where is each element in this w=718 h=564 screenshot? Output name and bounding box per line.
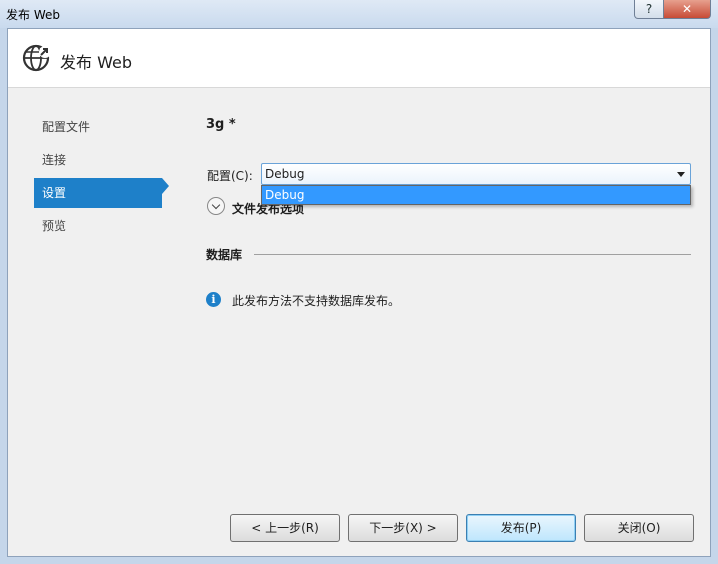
globe-arrow-icon: [22, 44, 51, 72]
dialog-header: 发布 Web: [8, 29, 710, 88]
page-title: 发布 Web: [60, 53, 132, 72]
window-title: 发布 Web: [6, 8, 60, 22]
database-info-text: 此发布方法不支持数据库发布。: [232, 294, 401, 308]
dropdown-arrow-icon[interactable]: [677, 172, 685, 177]
close-button[interactable]: 关闭(O): [584, 514, 694, 542]
window-titlebar: 发布 Web ? ✕: [0, 0, 718, 28]
next-button[interactable]: 下一步(X) >: [348, 514, 458, 542]
close-window-button[interactable]: ✕: [663, 0, 711, 19]
profile-name: 3g *: [206, 117, 236, 132]
nav-active-indicator: [162, 178, 169, 194]
publish-button[interactable]: 发布(P): [466, 514, 576, 542]
close-icon: ✕: [681, 2, 693, 16]
nav-item-connection[interactable]: 连接: [34, 145, 162, 175]
expand-chevron-icon[interactable]: [207, 197, 225, 215]
config-select[interactable]: Debug: [261, 163, 691, 185]
database-divider: [254, 254, 691, 255]
info-icon: i: [206, 292, 221, 307]
config-select-value: Debug: [265, 167, 305, 181]
help-button[interactable]: ?: [634, 0, 664, 19]
nav-item-profile[interactable]: 配置文件: [34, 112, 162, 142]
previous-button[interactable]: < 上一步(R): [230, 514, 340, 542]
nav-item-preview[interactable]: 预览: [34, 211, 162, 241]
dialog-body: 发布 Web 配置文件 连接 设置 预览 3g * 配置(C): Debug 文…: [7, 28, 711, 557]
database-heading: 数据库: [206, 248, 243, 262]
config-dropdown-list: Debug: [261, 185, 691, 205]
config-label: 配置(C):: [207, 169, 253, 183]
dropdown-option-debug[interactable]: Debug: [262, 186, 690, 204]
nav-item-settings[interactable]: 设置: [34, 178, 162, 208]
help-icon: ?: [645, 2, 653, 16]
